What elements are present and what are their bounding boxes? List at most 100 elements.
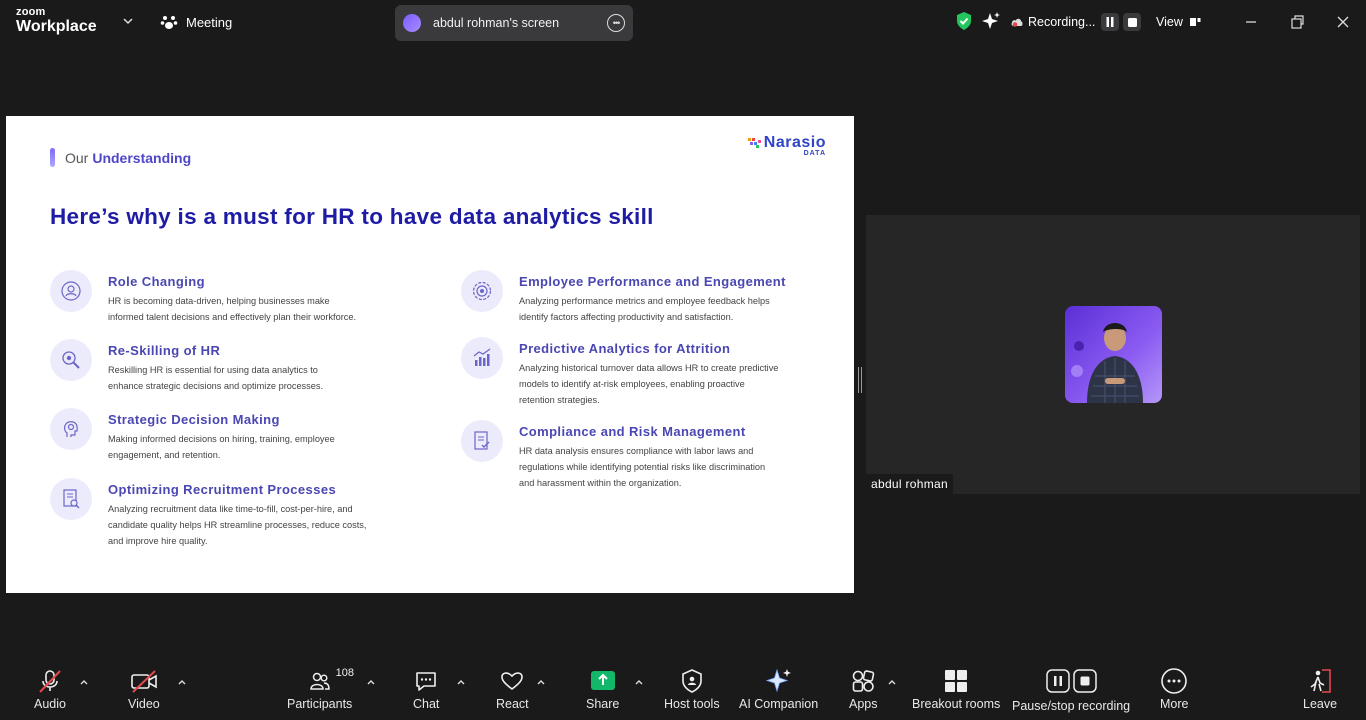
item-body: Analyzing historical turnover data allow… <box>519 363 779 405</box>
chevron-up-icon[interactable] <box>456 677 466 687</box>
pause-icon <box>1106 17 1114 27</box>
item-body: Analyzing recruitment data like time-to-… <box>108 504 367 546</box>
pause-recording-button[interactable] <box>1101 13 1120 31</box>
sparkle-icon[interactable] <box>981 11 1001 31</box>
apps-button[interactable]: Apps <box>849 666 878 711</box>
list-item: Strategic Decision Making Making informed… <box>50 408 335 463</box>
meeting-toolbar: Audio Video 108 Participants Chat React … <box>0 660 1366 720</box>
panel-resize-handle[interactable] <box>858 367 862 393</box>
audio-button[interactable]: Audio <box>34 666 66 711</box>
chevron-up-icon[interactable] <box>887 677 897 687</box>
ai-sparkle-icon <box>765 668 791 693</box>
leave-button[interactable]: Leave <box>1303 666 1337 711</box>
camera-off-icon <box>131 670 157 693</box>
shield-check-icon[interactable] <box>954 11 974 31</box>
breakout-rooms-label: Breakout rooms <box>912 697 1001 711</box>
meeting-menu[interactable]: Meeting <box>160 13 232 31</box>
title-bar: zoom Workplace Meeting abdul rohman's sc… <box>0 0 1366 44</box>
list-item: Re-Skilling of HR Reskilling HR is essent… <box>50 339 324 394</box>
avatar <box>403 14 421 32</box>
item-body: Making informed decisions on hiring, tra… <box>108 434 335 460</box>
bar-trend-icon <box>461 337 503 379</box>
magnifier-gear-icon <box>50 339 92 381</box>
shared-screen-pill[interactable]: abdul rohman's screen ••• <box>395 5 633 41</box>
item-body: HR data analysis ensures compliance with… <box>519 446 766 488</box>
view-layout-icon <box>1189 18 1201 26</box>
react-button[interactable]: React <box>496 666 529 711</box>
document-search-icon <box>50 478 92 520</box>
minimize-icon[interactable] <box>1241 12 1261 32</box>
item-title: Strategic Decision Making <box>108 412 280 427</box>
leave-label: Leave <box>1303 697 1338 711</box>
stop-recording-button[interactable] <box>1123 13 1142 31</box>
host-tools-button[interactable]: Host tools <box>664 666 720 711</box>
view-label: View <box>1156 15 1183 29</box>
head-lightbulb-icon <box>50 408 92 450</box>
item-body: Analyzing performance metrics and employ… <box>519 296 770 322</box>
chevron-up-icon[interactable] <box>536 677 546 687</box>
ai-companion-button[interactable]: AI Companion <box>739 666 818 711</box>
checklist-icon <box>461 420 503 462</box>
host-tools-label: Host tools <box>664 697 720 711</box>
participants-button[interactable]: 108 Participants <box>287 666 355 711</box>
item-title: Employee Performance and Engagement <box>519 274 786 289</box>
ai-companion-label: AI Companion <box>739 697 819 711</box>
stop-icon <box>1072 669 1097 693</box>
chevron-down-icon[interactable] <box>122 15 134 27</box>
pixel-mark-icon <box>747 138 761 148</box>
avatar <box>1065 306 1162 403</box>
restore-icon[interactable] <box>1287 12 1307 32</box>
participants-icon <box>309 672 330 690</box>
brand-top: zoom <box>16 6 46 18</box>
slide-headline: Here’s why is a must for HR to have data… <box>50 204 654 229</box>
item-title: Re-Skilling of HR <box>108 343 221 358</box>
share-button[interactable]: Share <box>586 666 619 711</box>
view-menu[interactable]: View <box>1156 0 1203 44</box>
chevron-up-icon[interactable] <box>79 677 89 687</box>
shared-slide: Our Understanding Narasio DATA Here’s wh… <box>6 116 854 593</box>
list-item: Employee Performance and Engagement Analy… <box>461 270 786 325</box>
recording-status[interactable]: Recording... <box>1010 0 1142 44</box>
react-label: React <box>496 697 529 711</box>
stop-icon <box>1127 17 1137 27</box>
share-screen-icon <box>590 671 615 690</box>
list-item: Role Changing HR is becoming data-driven,… <box>50 270 357 325</box>
shared-screen-label: abdul rohman's screen <box>433 16 560 30</box>
more-button[interactable]: More <box>1160 666 1188 711</box>
more-icon <box>1161 668 1188 694</box>
cloud-record-icon <box>1011 18 1023 27</box>
more-options-icon[interactable]: ••• <box>607 14 625 32</box>
chevron-up-icon[interactable] <box>634 677 644 687</box>
item-body: HR is becoming data-driven, helping busi… <box>108 296 357 322</box>
person-cycle-icon <box>50 270 92 312</box>
pause-stop-label: Pause/stop recording <box>1012 699 1131 713</box>
narasio-logo: Narasio DATA <box>747 134 826 157</box>
breakout-rooms-button[interactable]: Breakout rooms <box>912 666 1000 711</box>
meeting-label: Meeting <box>186 14 233 30</box>
item-title: Compliance and Risk Management <box>519 424 746 439</box>
participants-label: Participants <box>287 697 353 711</box>
eyebrow-heading: Our Understanding <box>50 148 191 167</box>
pause-stop-recording-button[interactable]: Pause/stop recording <box>1012 666 1130 713</box>
more-label: More <box>1160 697 1189 711</box>
brand-bottom: Workplace <box>16 18 97 35</box>
participants-count: 108 <box>335 667 355 679</box>
heart-icon <box>501 672 524 691</box>
video-button[interactable]: Video <box>128 666 160 711</box>
list-item: Predictive Analytics for Attrition Analyz… <box>461 337 779 408</box>
chevron-up-icon[interactable] <box>177 677 187 687</box>
recording-label: Recording... <box>1028 15 1096 29</box>
audio-label: Audio <box>34 697 66 711</box>
eyebrow-word-1: Our <box>65 149 89 166</box>
item-title: Optimizing Recruitment Processes <box>108 482 337 497</box>
eyebrow-word-2: Understanding <box>92 149 192 166</box>
chat-button[interactable]: Chat <box>413 666 439 711</box>
eyebrow-accent-bar <box>50 148 55 167</box>
item-title: Role Changing <box>108 274 205 289</box>
zoom-workplace-logo: zoom Workplace <box>16 7 97 35</box>
chevron-up-icon[interactable] <box>366 677 376 687</box>
participant-video-tile[interactable]: abdul rohman <box>866 215 1360 494</box>
close-icon[interactable] <box>1333 12 1353 32</box>
chat-icon <box>416 672 437 691</box>
item-body: Reskilling HR is essential for using dat… <box>108 365 324 391</box>
